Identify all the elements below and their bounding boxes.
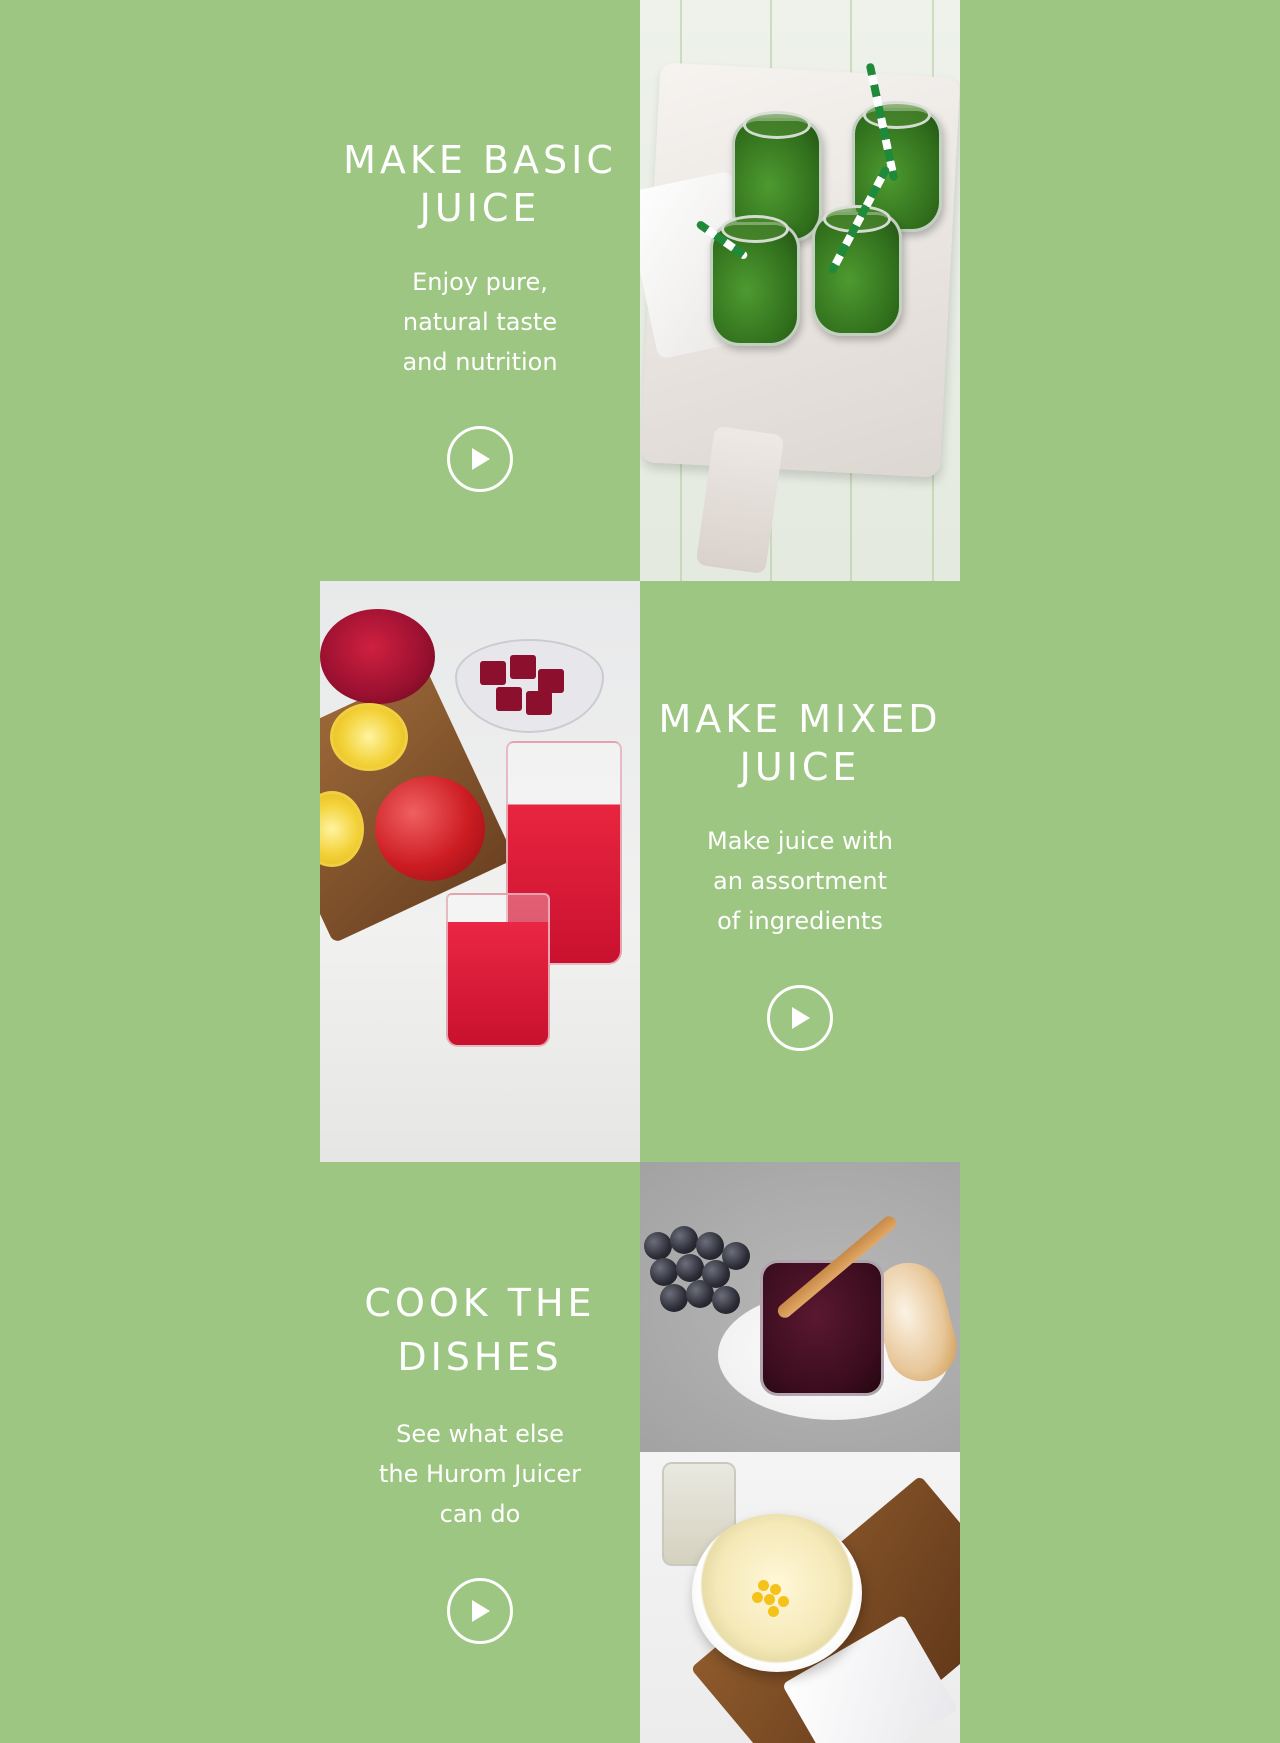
play-button-cook-dishes[interactable] bbox=[447, 1578, 513, 1644]
section-description: See what else the Hurom Juicer can do bbox=[350, 1414, 610, 1534]
play-icon bbox=[472, 1600, 490, 1622]
section-cook-dishes: COOK THE DISHES See what else the Hurom … bbox=[320, 1162, 640, 1743]
mixed-juice-photo bbox=[320, 581, 640, 1162]
section-basic-juice: MAKE BASIC JUICE Enjoy pure, natural tas… bbox=[320, 0, 640, 581]
play-button-basic-juice[interactable] bbox=[447, 426, 513, 492]
desc-line: can do bbox=[439, 1500, 521, 1528]
desc-line: Enjoy pure, bbox=[412, 268, 548, 296]
desc-line: See what else bbox=[396, 1420, 564, 1448]
desc-line: the Hurom Juicer bbox=[378, 1460, 582, 1488]
desc-line: and nutrition bbox=[402, 348, 558, 376]
title-line: MAKE BASIC bbox=[343, 138, 617, 182]
play-button-mixed-juice[interactable] bbox=[767, 985, 833, 1051]
grape-jam-photo bbox=[640, 1162, 960, 1452]
section-title: MAKE MIXED JUICE bbox=[655, 695, 945, 791]
section-mixed-juice: MAKE MIXED JUICE Make juice with an asso… bbox=[640, 581, 960, 1162]
section-description: Enjoy pure, natural taste and nutrition bbox=[350, 262, 610, 382]
title-line: JUICE bbox=[419, 186, 541, 230]
desc-line: natural taste bbox=[402, 308, 558, 336]
basic-juice-photo bbox=[640, 0, 960, 581]
play-icon bbox=[792, 1007, 810, 1029]
desc-line: of ingredients bbox=[717, 907, 883, 935]
title-line: DISHES bbox=[397, 1335, 563, 1379]
title-line: COOK THE bbox=[364, 1281, 596, 1325]
desc-line: an assortment bbox=[713, 867, 887, 895]
section-title: COOK THE DISHES bbox=[335, 1276, 625, 1384]
title-line: MAKE MIXED bbox=[658, 697, 942, 741]
section-title: MAKE BASIC JUICE bbox=[335, 136, 625, 232]
section-description: Make juice with an assortment of ingredi… bbox=[670, 821, 930, 941]
desc-line: Make juice with bbox=[707, 827, 893, 855]
title-line: JUICE bbox=[739, 745, 861, 789]
corn-soup-photo bbox=[640, 1452, 960, 1743]
page: MAKE BASIC JUICE Enjoy pure, natural tas… bbox=[0, 0, 1280, 1743]
play-icon bbox=[472, 448, 490, 470]
